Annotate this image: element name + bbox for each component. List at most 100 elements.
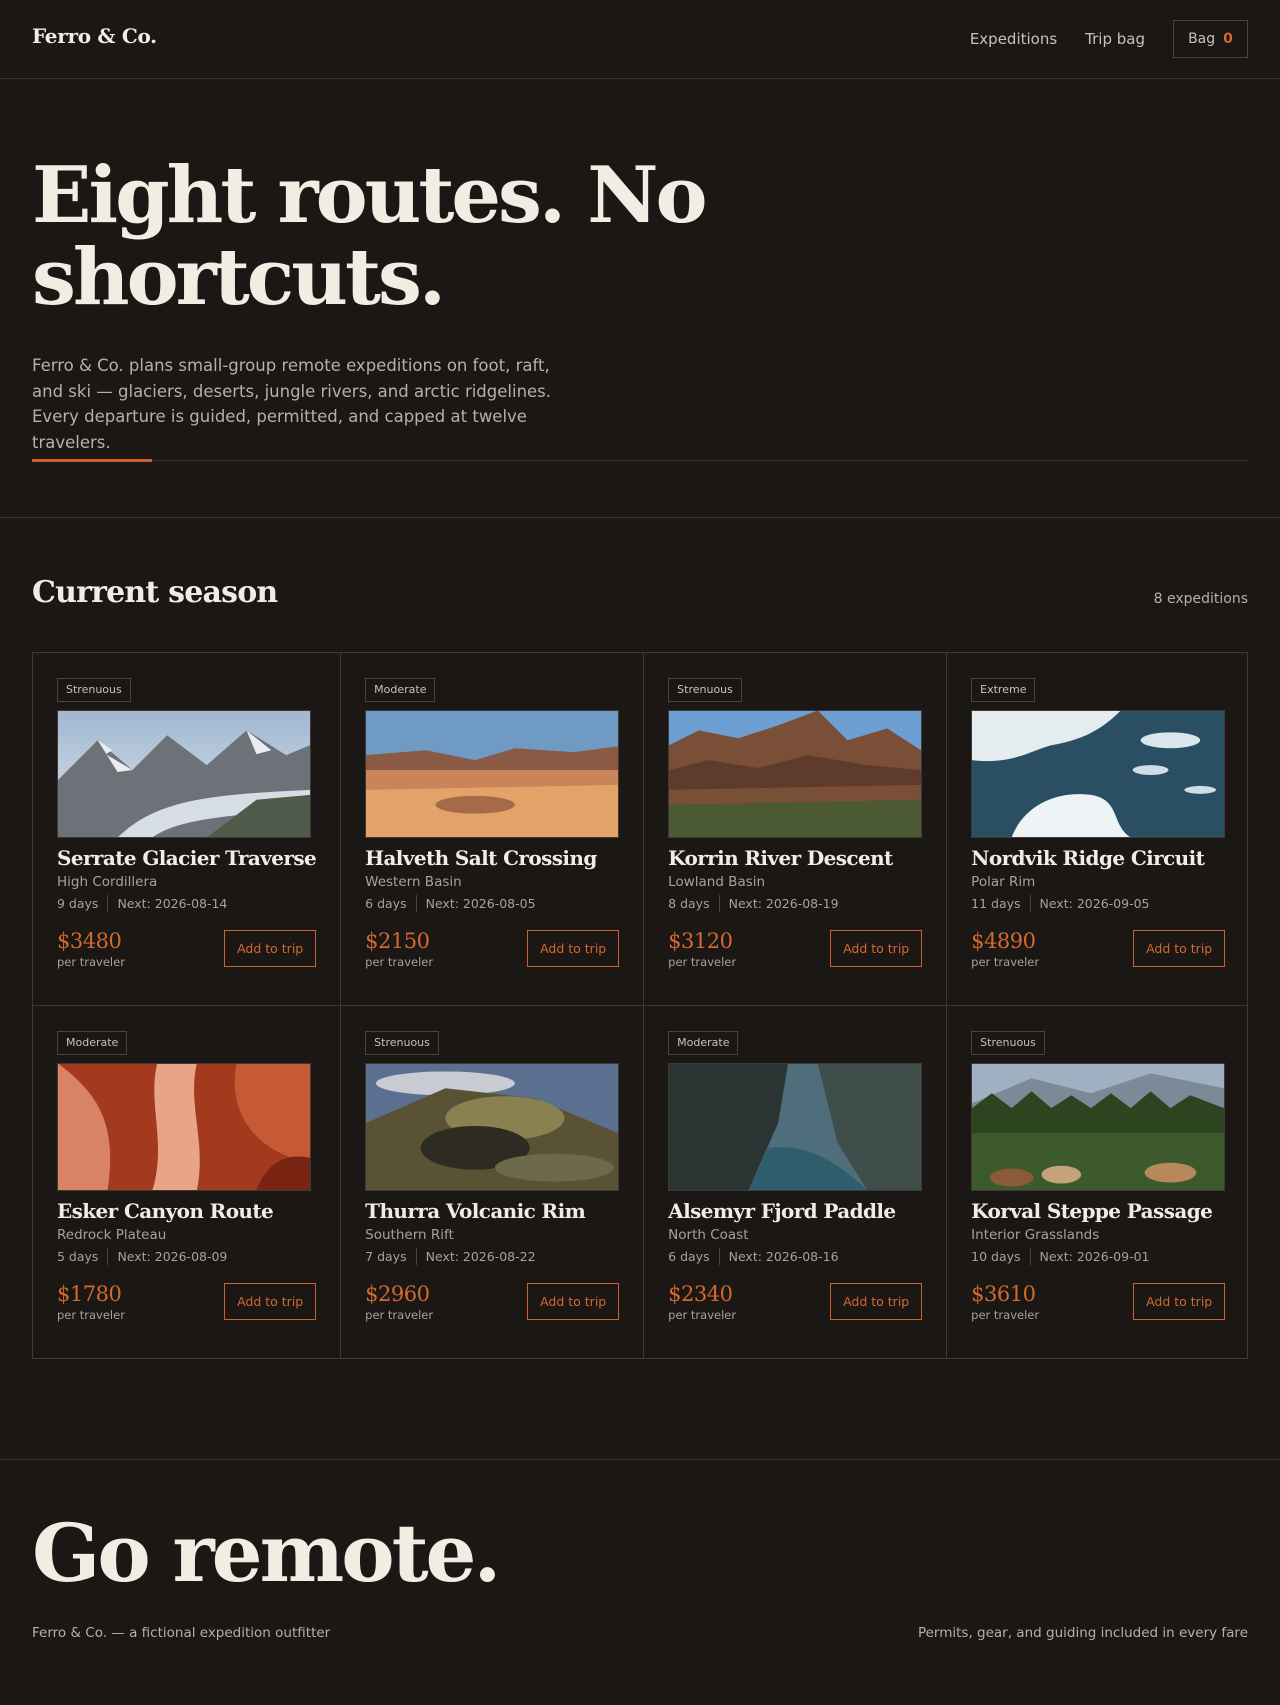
expedition-card: Extreme Nordvik Ridge Circuit Polar Rim …	[947, 653, 1250, 1006]
expedition-photo	[365, 710, 620, 838]
footer-note: Permits, gear, and guiding included in e…	[917, 1625, 1248, 1641]
expedition-next-date: Next: 2026-08-19	[728, 896, 839, 911]
expedition-name: Korval Steppe Passage	[971, 1198, 1213, 1223]
difficulty-badge: Moderate	[57, 1030, 128, 1055]
expedition-meta: 8 days Next: 2026-08-19	[668, 895, 922, 912]
brand-logo[interactable]: Ferro & Co.	[32, 24, 157, 48]
price-row: $3610 per traveler Add to trip	[971, 1282, 1226, 1322]
expedition-next-date: Next: 2026-08-22	[425, 1248, 536, 1264]
expedition-duration: 10 days	[971, 1248, 1021, 1264]
expedition-price: $2340	[668, 1281, 733, 1306]
difficulty-badge: Strenuous	[668, 678, 742, 702]
expedition-card: Strenuous Korval Steppe Passage Interior…	[947, 1006, 1249, 1359]
photo-illustration	[669, 1063, 922, 1190]
price-block: $4890 per traveler	[971, 929, 1039, 969]
main-nav: Expeditions Trip bag Bag 0	[970, 20, 1248, 58]
expedition-next-date: Next: 2026-09-05	[1039, 896, 1150, 911]
add-to-trip-button[interactable]: Add to trip	[527, 930, 620, 967]
price-unit: per traveler	[668, 955, 737, 969]
expedition-duration: 7 days	[365, 1248, 407, 1264]
bag-label: Bag	[1188, 31, 1216, 47]
expedition-duration: 11 days	[971, 896, 1021, 911]
add-to-trip-button[interactable]: Add to trip	[527, 1282, 620, 1320]
price-unit: per traveler	[365, 1307, 434, 1322]
difficulty-badge: Strenuous	[57, 678, 131, 702]
expedition-price: $1780	[57, 1281, 122, 1306]
expedition-name: Nordvik Ridge Circuit	[971, 846, 1205, 870]
footer-title: Go remote.	[32, 1506, 501, 1600]
price-unit: per traveler	[668, 1307, 737, 1322]
expedition-next-date: Next: 2026-08-16	[728, 1248, 839, 1264]
price-block: $3120 per traveler	[668, 929, 736, 969]
expedition-next-date: Next: 2026-08-05	[425, 896, 536, 911]
expedition-price: $3480	[57, 929, 122, 953]
expedition-photo	[971, 1062, 1226, 1191]
difficulty-badge: Strenuous	[365, 1030, 439, 1055]
photo-illustration	[58, 711, 310, 837]
expedition-next-date: Next: 2026-09-01	[1039, 1248, 1150, 1264]
meta-separator	[107, 895, 109, 912]
expedition-photo	[971, 710, 1226, 838]
price-block: $2150 per traveler	[365, 929, 433, 969]
expedition-card: Moderate Alsemyr Fjord Paddle North Coas…	[644, 1005, 948, 1358]
add-to-trip-button[interactable]: Add to trip	[1133, 1282, 1226, 1320]
expedition-meta: 6 days Next: 2026-08-05	[365, 895, 619, 912]
season-title: Current season	[32, 575, 278, 610]
difficulty-badge: Moderate	[668, 1030, 739, 1055]
expedition-region: North Coast	[668, 1226, 749, 1243]
section-divider	[0, 517, 1280, 518]
expedition-photo	[57, 710, 311, 838]
add-to-trip-button[interactable]: Add to trip	[224, 1282, 317, 1320]
expedition-meta: 9 days Next: 2026-08-14	[57, 895, 316, 912]
expedition-region: Interior Grasslands	[971, 1226, 1100, 1243]
photo-illustration	[972, 1063, 1225, 1190]
footer-divider	[0, 1459, 1280, 1460]
add-to-trip-button[interactable]: Add to trip	[830, 1282, 923, 1320]
add-to-trip-button[interactable]: Add to trip	[224, 930, 317, 967]
difficulty-badge: Moderate	[365, 678, 436, 702]
expedition-card: Moderate Halveth Salt Crossing Western B…	[341, 653, 645, 1006]
meta-separator	[415, 1247, 417, 1265]
nav-link-trip-bag[interactable]: Trip bag	[1085, 30, 1145, 48]
expedition-photo	[668, 710, 923, 838]
expedition-card: Moderate Esker Canyon Route Redrock Plat…	[33, 1005, 342, 1358]
expedition-name: Halveth Salt Crossing	[365, 846, 597, 870]
meta-separator	[1029, 1247, 1031, 1265]
price-block: $3610 per traveler	[971, 1282, 1039, 1322]
price-row: $4890 per traveler Add to trip	[971, 929, 1226, 969]
expedition-duration: 5 days	[57, 1248, 99, 1264]
price-unit: per traveler	[57, 1307, 125, 1322]
expedition-region: Western Basin	[365, 874, 462, 890]
price-block: $1780 per traveler	[57, 1282, 125, 1322]
expedition-region: Lowland Basin	[668, 874, 766, 890]
difficulty-badge: Strenuous	[971, 1030, 1045, 1055]
hero-accent-bar	[32, 459, 152, 462]
nav-link-expeditions[interactable]: Expeditions	[970, 30, 1057, 48]
photo-illustration	[972, 711, 1225, 837]
add-to-trip-button[interactable]: Add to trip	[830, 930, 923, 967]
expedition-duration: 6 days	[365, 896, 407, 911]
expedition-meta: 6 days Next: 2026-08-16	[668, 1247, 922, 1265]
hero-divider	[32, 460, 1248, 461]
expedition-meta: 10 days Next: 2026-09-01	[971, 1247, 1225, 1265]
bag-button[interactable]: Bag 0	[1173, 20, 1248, 58]
site-header: Ferro & Co. Expeditions Trip bag Bag 0	[0, 0, 1280, 79]
expedition-region: Southern Rift	[365, 1226, 454, 1243]
add-to-trip-button[interactable]: Add to trip	[1133, 930, 1226, 967]
photo-illustration	[669, 711, 922, 837]
expedition-photo	[57, 1062, 311, 1191]
expedition-region: Polar Rim	[971, 874, 1036, 890]
expedition-duration: 6 days	[668, 1248, 710, 1264]
meta-separator	[415, 895, 417, 912]
price-row: $3480 per traveler Add to trip	[57, 929, 317, 969]
hero-title: Eight routes. No shortcuts.	[32, 150, 708, 323]
footer-tagline: Ferro & Co. — a fictional expedition out…	[32, 1625, 331, 1641]
expedition-name: Serrate Glacier Traverse	[57, 846, 317, 870]
difficulty-badge: Extreme	[971, 678, 1036, 702]
expedition-grid: Strenuous Serrate Glacier Traverse High …	[32, 652, 1250, 1359]
expedition-next-date: Next: 2026-08-09	[117, 1248, 228, 1264]
price-unit: per traveler	[971, 1307, 1040, 1322]
price-block: $2340 per traveler	[668, 1282, 736, 1322]
expedition-meta: 7 days Next: 2026-08-22	[365, 1247, 619, 1265]
expedition-duration: 9 days	[57, 896, 99, 911]
